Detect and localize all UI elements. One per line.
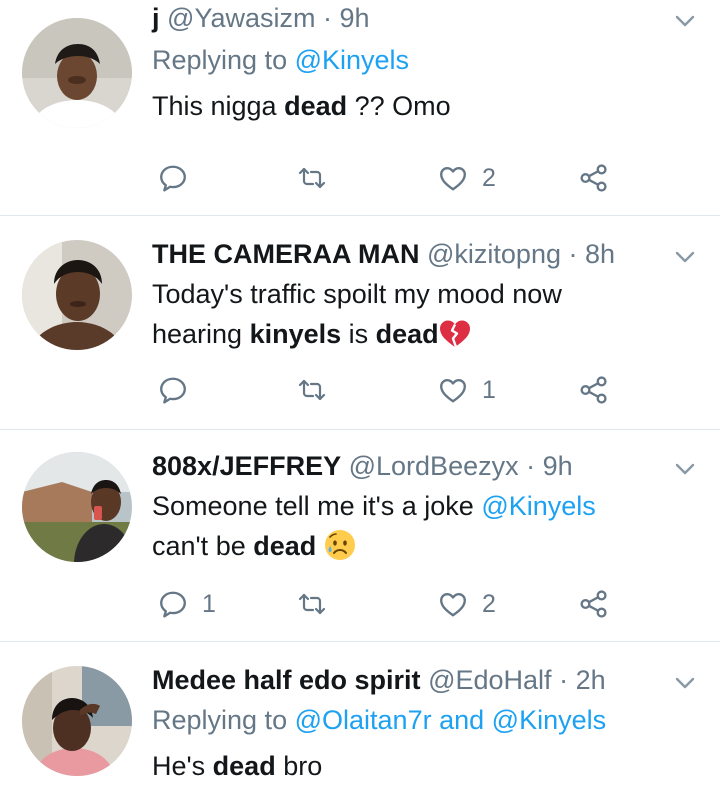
text-line: Someone tell me it's a joke @Kinyels: [152, 486, 692, 526]
like-button[interactable]: 2: [438, 156, 496, 200]
share-icon: [580, 376, 607, 404]
like-count: 2: [482, 163, 496, 192]
text-bold: kinyels: [249, 319, 342, 349]
tweet-actions: 1: [0, 368, 720, 412]
avatar-photo: [22, 240, 132, 350]
tweet-header: 808x/JEFFREY @LordBeezyx · 9h: [152, 448, 660, 484]
reply-icon: [160, 165, 186, 192]
avatar-photo: [22, 18, 132, 128]
tweet-actions: 1 2: [0, 582, 720, 626]
reply-icon: [160, 591, 186, 618]
avatar[interactable]: [22, 18, 132, 128]
text-segment: Someone tell me it's a joke: [152, 491, 482, 521]
separator-dot: ·: [526, 451, 536, 481]
display-name[interactable]: Medee half edo spirit: [152, 665, 421, 695]
tweet-header: THE CAMERAA MAN @kizitopng · 8h: [152, 236, 660, 272]
user-handle[interactable]: @kizitopng: [427, 239, 561, 269]
tweet[interactable]: ϳ @Yawasizm · 9h Replying to @Kinyels Th…: [0, 0, 720, 216]
separator-dot: ·: [322, 3, 332, 33]
reply-button[interactable]: 1: [158, 582, 216, 626]
tweet-header: Medee half edo spirit @EdoHalf · 2h: [152, 662, 660, 698]
heart-icon: [440, 378, 466, 403]
chevron-down-icon[interactable]: [672, 456, 698, 482]
like-count: 1: [482, 375, 496, 404]
like-button[interactable]: 1: [438, 368, 496, 412]
tweet-text: Someone tell me it's a joke @Kinyels can…: [152, 486, 692, 566]
text-line: Today's traffic spoilt my mood now: [152, 279, 562, 309]
retweet-icon: [298, 379, 326, 401]
separator-dot: ·: [559, 665, 569, 695]
tweet[interactable]: 808x/JEFFREY @LordBeezyx · 9h Someone te…: [0, 430, 720, 642]
retweet-button[interactable]: [296, 582, 328, 626]
replying-to: Replying to @Kinyels: [152, 42, 409, 78]
text-line: hearing kinyels is dead: [152, 314, 692, 354]
retweet-button[interactable]: [296, 156, 328, 200]
text-bold: dead: [284, 91, 348, 121]
chevron-down-icon[interactable]: [672, 244, 698, 270]
broken-heart-emoji: [439, 320, 470, 348]
share-button[interactable]: [578, 156, 608, 200]
mention-link[interactable]: @Kinyels: [481, 491, 595, 521]
share-button[interactable]: [578, 582, 608, 626]
avatar[interactable]: [22, 666, 132, 776]
avatar[interactable]: [22, 452, 132, 562]
tweet[interactable]: Medee half edo spirit @EdoHalf · 2h Repl…: [0, 642, 720, 796]
heart-icon: [440, 592, 466, 617]
separator-dot: ·: [568, 239, 578, 269]
text-bold: dead: [253, 531, 317, 561]
replying-to: Replying to @Olaitan7r and @Kinyels: [152, 702, 606, 738]
sad-sweat-face-emoji: [324, 530, 355, 560]
timestamp[interactable]: 2h: [576, 665, 606, 695]
reply-button[interactable]: [158, 156, 188, 200]
timestamp[interactable]: 8h: [585, 239, 615, 269]
user-handle[interactable]: @Yawasizm: [167, 3, 315, 33]
tweet-header: ϳ @Yawasizm · 9h: [152, 0, 660, 36]
text-segment: bro: [275, 751, 323, 781]
replying-to-label: Replying to: [152, 705, 288, 735]
text-segment: hearing: [152, 319, 250, 349]
mention-link[interactable]: @Kinyels: [492, 705, 606, 735]
display-name[interactable]: ϳ: [152, 3, 160, 33]
mention-link[interactable]: @Olaitan7r: [295, 705, 432, 735]
tweet-text: This nigga dead ?? Omo: [152, 86, 692, 126]
chevron-down-icon[interactable]: [672, 670, 698, 696]
display-name[interactable]: 808x/JEFFREY: [152, 451, 341, 481]
avatar[interactable]: [22, 240, 132, 350]
tweet[interactable]: THE CAMERAA MAN @kizitopng · 8h Today's …: [0, 216, 720, 430]
replying-to-joiner: and: [439, 705, 485, 735]
text-segment: ?? Omo: [347, 91, 451, 121]
reply-button[interactable]: [158, 368, 188, 412]
display-name[interactable]: THE CAMERAA MAN: [152, 239, 419, 269]
share-icon: [580, 164, 607, 192]
reply-icon: [160, 377, 186, 404]
replying-to-label: Replying to: [152, 45, 288, 75]
text-line: can't be dead: [152, 526, 692, 566]
user-handle[interactable]: @EdoHalf: [428, 665, 551, 695]
chevron-down-icon[interactable]: [672, 8, 698, 34]
text-segment: is: [341, 319, 376, 349]
share-icon: [580, 590, 607, 618]
share-button[interactable]: [578, 368, 608, 412]
text-bold: dead: [212, 751, 276, 781]
timestamp[interactable]: 9h: [340, 3, 370, 33]
text-segment: He's: [152, 751, 213, 781]
text-bold: dead: [375, 319, 439, 349]
text-segment: This nigga: [152, 91, 285, 121]
heart-icon: [440, 166, 466, 191]
tweet-actions: 2: [0, 156, 720, 200]
avatar-photo: [22, 666, 132, 776]
mention-link[interactable]: @Kinyels: [295, 45, 409, 75]
retweet-icon: [298, 593, 326, 615]
tweet-text: Today's traffic spoilt my mood now heari…: [152, 274, 692, 354]
like-button[interactable]: 2: [438, 582, 496, 626]
text-segment: can't be: [152, 531, 254, 561]
avatar-photo: [22, 452, 132, 562]
user-handle[interactable]: @LordBeezyx: [349, 451, 519, 481]
tweet-text: He's dead bro: [152, 746, 692, 786]
timestamp[interactable]: 9h: [543, 451, 573, 481]
reply-count: 1: [202, 589, 216, 618]
retweet-button[interactable]: [296, 368, 328, 412]
like-count: 2: [482, 589, 496, 618]
retweet-icon: [298, 167, 326, 189]
